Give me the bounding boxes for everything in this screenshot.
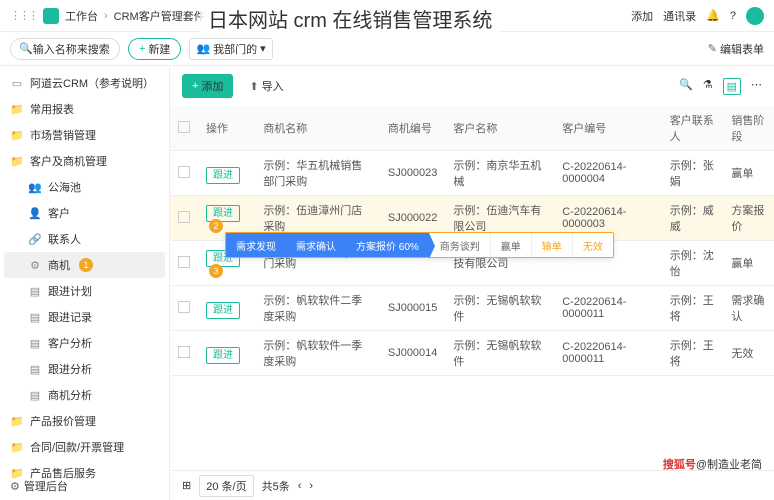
- page-size-select[interactable]: 20 条/页: [199, 475, 253, 497]
- sidebar-item[interactable]: ▤商机分析: [0, 382, 169, 408]
- search-icon[interactable]: 🔍: [679, 78, 693, 95]
- chevron-right-icon: ›: [104, 10, 108, 22]
- action-button[interactable]: 跟进: [206, 347, 240, 364]
- row-checkbox[interactable]: [178, 166, 190, 178]
- sidebar-item[interactable]: 🔗联系人: [0, 226, 169, 252]
- pipeline-stage[interactable]: 无效: [572, 233, 613, 257]
- contacts-link[interactable]: 通讯录: [663, 8, 696, 24]
- add-link[interactable]: 添加: [631, 8, 653, 24]
- sidebar-item[interactable]: ▤跟进分析: [0, 356, 169, 382]
- add-button[interactable]: + 添加: [182, 74, 233, 98]
- sidebar-item[interactable]: ▤跟进记录: [0, 304, 169, 330]
- import-button[interactable]: ⬆ 导入: [241, 74, 291, 98]
- watermark: 搜狐号@制造业老简: [663, 456, 762, 472]
- admin-settings[interactable]: ⚙ 管理后台: [10, 478, 68, 494]
- column-header[interactable]: 商机编号: [380, 106, 446, 151]
- pipeline-stage[interactable]: 方案报价 60%: [346, 233, 429, 257]
- workspace-label[interactable]: 工作台: [65, 8, 98, 24]
- sidebar-item[interactable]: ▤客户分析: [0, 330, 169, 356]
- edit-sheet-button[interactable]: ✎ 编辑表单: [708, 41, 764, 57]
- new-button[interactable]: + 新建: [128, 38, 181, 60]
- dept-select[interactable]: 👥 我部门的 ▾: [189, 38, 272, 60]
- column-header[interactable]: 操作: [198, 106, 255, 151]
- pipeline-stage[interactable]: 需求发现: [226, 233, 286, 257]
- column-header[interactable]: 客户名称: [445, 106, 554, 151]
- table-row[interactable]: 跟进示例：帆软软件一季度采购SJ000014示例：无锡帆软软件C-2022061…: [170, 331, 774, 376]
- filter-icon[interactable]: ⚗: [703, 78, 713, 95]
- suite-label[interactable]: CRM客户管理套件: [114, 8, 205, 24]
- sales-pipeline: 需求发现需求确认方案报价 60%商务谈判赢单输单无效: [225, 232, 614, 258]
- column-header[interactable]: 商机名称: [255, 106, 380, 151]
- sidebar-item[interactable]: ▭阿道云CRM（参考说明）: [0, 70, 169, 96]
- column-header[interactable]: 客户编号: [554, 106, 662, 151]
- sidebar-item[interactable]: 📁合同/回款/开票管理: [0, 434, 169, 460]
- view-list-icon[interactable]: ▤: [723, 78, 741, 95]
- app-grid-icon[interactable]: ⋮⋮⋮: [10, 9, 37, 22]
- sidebar: ▭阿道云CRM（参考说明）📁常用报表📁市场营销管理📁客户及商机管理👥公海池👤客户…: [0, 66, 170, 500]
- next-page-icon[interactable]: ›: [309, 480, 313, 492]
- row-checkbox[interactable]: [178, 256, 190, 268]
- total-count: 共5条: [262, 478, 290, 494]
- sidebar-item[interactable]: ⚙商机1: [4, 252, 165, 278]
- pipeline-stage[interactable]: 需求确认: [286, 233, 346, 257]
- pipeline-stage[interactable]: 赢单: [490, 233, 531, 257]
- help-icon[interactable]: ?: [730, 10, 736, 22]
- sidebar-item[interactable]: 📁客户及商机管理: [0, 148, 169, 174]
- collapse-icon[interactable]: ⊞: [182, 479, 191, 492]
- overlay-title: 日本网站 crm 在线销售管理系统: [200, 4, 500, 33]
- data-table: 操作商机名称商机编号客户名称客户编号客户联系人销售阶段跟进示例：华五机械销售部门…: [170, 106, 774, 470]
- sidebar-item[interactable]: 👥公海池: [0, 174, 169, 200]
- action-button[interactable]: 跟进: [206, 205, 240, 222]
- app-logo-icon: [43, 8, 59, 24]
- more-icon[interactable]: ⋯: [751, 78, 762, 95]
- bell-icon[interactable]: 🔔: [706, 9, 720, 22]
- table-row[interactable]: 跟进示例：华五机械销售部门采购SJ000023示例：南京华五机械C-202206…: [170, 151, 774, 196]
- row-checkbox[interactable]: [178, 346, 190, 358]
- row-checkbox[interactable]: [178, 211, 190, 223]
- sidebar-item[interactable]: 👤客户: [0, 200, 169, 226]
- sidebar-item[interactable]: 📁常用报表: [0, 96, 169, 122]
- pipeline-stage[interactable]: 商务谈判: [429, 233, 490, 257]
- table-row[interactable]: 跟进示例：帆软软件二季度采购SJ000015示例：无锡帆软软件C-2022061…: [170, 286, 774, 331]
- prev-page-icon[interactable]: ‹: [298, 480, 302, 492]
- row-checkbox[interactable]: [178, 301, 190, 313]
- sidebar-item[interactable]: ▤跟进计划: [0, 278, 169, 304]
- sidebar-item[interactable]: 📁市场营销管理: [0, 122, 169, 148]
- action-button[interactable]: 跟进: [206, 302, 240, 319]
- search-input[interactable]: 🔍 输入名称来搜索: [10, 38, 120, 60]
- column-header[interactable]: 客户联系人: [662, 106, 724, 151]
- pipeline-stage[interactable]: 输单: [531, 233, 572, 257]
- column-header[interactable]: 销售阶段: [723, 106, 774, 151]
- select-all-checkbox[interactable]: [178, 121, 190, 133]
- avatar[interactable]: [746, 7, 764, 25]
- action-button[interactable]: 跟进: [206, 167, 240, 184]
- sidebar-item[interactable]: 📁产品报价管理: [0, 408, 169, 434]
